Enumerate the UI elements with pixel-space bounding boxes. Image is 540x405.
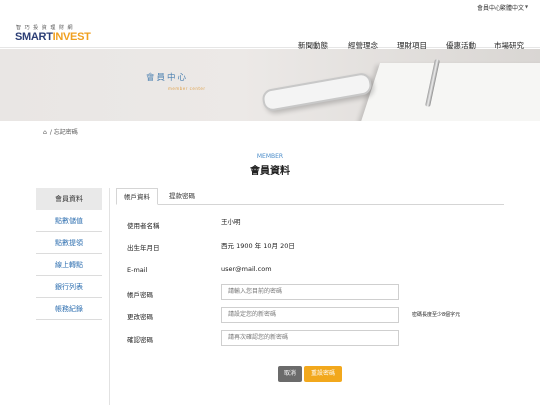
username-label: 使用者名稱 <box>127 222 160 230</box>
tab-withdraw-password[interactable]: 提款密碼 <box>162 188 202 205</box>
banner-phone-image <box>260 71 374 113</box>
new-password-label: 更改密碼 <box>127 313 153 321</box>
banner-notebook-image <box>359 63 540 121</box>
breadcrumb: ⌂ / 忘記密碼 <box>43 127 78 136</box>
tab-account-info[interactable]: 帳戶資料 <box>116 188 158 205</box>
new-password-input[interactable]: 請設定您的新密碼 <box>221 307 399 323</box>
logo-tagline: 智 巧 投 資 理 財 網 <box>16 25 74 31</box>
email-value: user@mail.com <box>221 265 272 273</box>
chevron-down-icon[interactable]: ▼ <box>525 4 528 9</box>
confirm-password-input[interactable]: 請再次確認您的新密碼 <box>221 330 399 346</box>
logo-text-invest: INVEST <box>52 31 91 43</box>
banner-title: 會員中心 <box>146 73 189 83</box>
username-value: 王小明 <box>221 218 241 226</box>
sidebar-item-deposit[interactable]: 點數儲值 <box>36 210 102 232</box>
birthday-value: 西元 1900 年 10月 20日 <box>221 242 295 250</box>
birthday-label: 出生年月日 <box>127 244 160 252</box>
password-label: 帳戶密碼 <box>127 291 153 299</box>
password-hint: 密碼長度至少8個字元 <box>412 312 461 318</box>
cancel-button[interactable]: 取消 <box>278 366 302 382</box>
site-header: 智 巧 投 資 理 財 網 SMARTINVEST 新聞動態 經營理念 理財項目… <box>0 14 540 50</box>
content-divider <box>109 188 110 405</box>
logo-text-smart: SMART <box>15 31 53 43</box>
current-password-input[interactable]: 請輸入您目前的密碼 <box>221 284 399 300</box>
page-heading-en: MEMBER <box>256 153 284 160</box>
member-center-link[interactable]: 會員中心 <box>477 3 501 12</box>
banner-subtitle: member center <box>168 86 206 91</box>
hero-banner: 會員中心 member center <box>0 49 540 121</box>
language-selector[interactable]: 繁體中文 <box>500 3 524 12</box>
page-title: 會員資料 <box>250 166 290 177</box>
sidebar-item-records[interactable]: 帳務紀錄 <box>36 298 102 320</box>
tab-bar: 帳戶資料 提款密碼 <box>116 188 504 205</box>
sidebar: 會員資料 點數儲值 點數提領 線上轉點 銀行列表 帳務紀錄 <box>36 188 102 320</box>
reset-password-button[interactable]: 重設密碼 <box>304 366 342 382</box>
breadcrumb-current: 忘記密碼 <box>53 129 78 136</box>
sidebar-item-transfer[interactable]: 線上轉點 <box>36 254 102 276</box>
confirm-password-label: 確認密碼 <box>127 336 153 344</box>
top-utility-bar: 會員中心 繁體中文 ▼ <box>0 0 540 14</box>
email-label: E-mail <box>127 266 148 274</box>
sidebar-item-banks[interactable]: 銀行列表 <box>36 276 102 298</box>
site-logo[interactable]: SMARTINVEST <box>15 31 91 43</box>
sidebar-item-profile[interactable]: 會員資料 <box>36 188 102 210</box>
home-icon[interactable]: ⌂ <box>43 129 47 136</box>
sidebar-item-withdraw[interactable]: 點數提領 <box>36 232 102 254</box>
